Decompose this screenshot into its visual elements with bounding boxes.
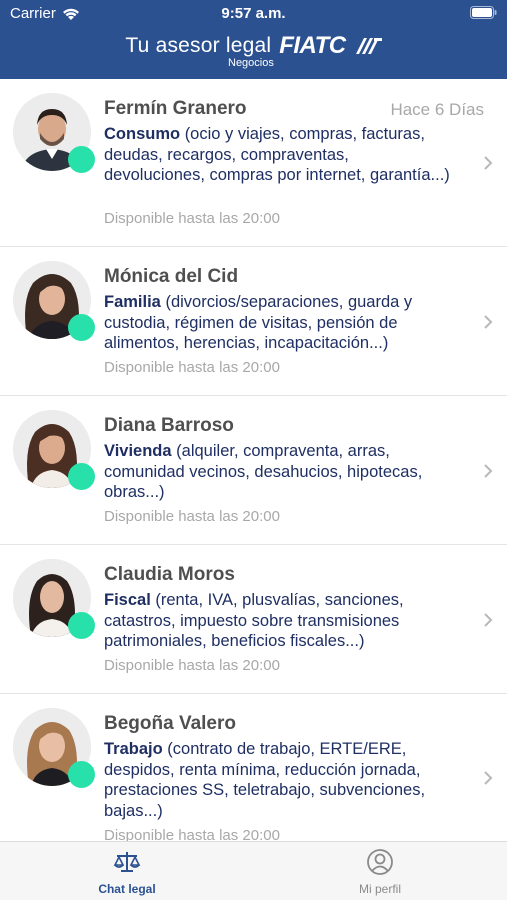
lawyer-name: Claudia Moros <box>104 564 235 585</box>
avatar-container <box>13 261 95 341</box>
chevron-right-icon <box>484 156 493 170</box>
lawyer-name: Mónica del Cid <box>104 266 239 287</box>
lawyer-specialty: Vivienda (alquiler, compraventa, arras, … <box>104 441 454 503</box>
availability-text: Disponible hasta las 20:00 <box>104 359 280 376</box>
specialty-category: Vivienda <box>104 442 172 460</box>
app-header: Carrier 9:57 a.m. Tu asesor legal FIATC … <box>0 0 507 79</box>
chevron-right-icon <box>484 613 493 627</box>
lawyer-list: Fermín Granero Hace 6 Días Consumo (ocio… <box>0 79 507 841</box>
app-subtitle: Negocios <box>228 57 274 69</box>
online-status-dot <box>68 761 95 788</box>
chevron-right-icon <box>484 315 493 329</box>
fiatc-logo-icon <box>355 38 382 54</box>
clock: 9:57 a.m. <box>221 5 286 22</box>
avatar-container <box>13 708 95 788</box>
lawyer-item-fermin-granero[interactable]: Fermín Granero Hace 6 Días Consumo (ocio… <box>0 79 507 247</box>
app-title: Tu asesor legal <box>125 34 272 57</box>
lawyer-item-diana-barroso[interactable]: Diana Barroso Vivienda (alquiler, compra… <box>0 396 507 545</box>
lawyer-specialty: Fiscal (renta, IVA, plusvalías, sancione… <box>104 590 454 652</box>
profile-icon <box>367 849 393 875</box>
specialty-category: Fiscal <box>104 591 151 609</box>
lawyer-specialty: Consumo (ocio y viajes, compras, factura… <box>104 124 454 186</box>
lawyer-item-begona-valero[interactable]: Begoña Valero Trabajo (contrato de traba… <box>0 694 507 841</box>
availability-text: Disponible hasta las 20:00 <box>104 827 280 841</box>
lawyer-name: Fermín Granero <box>104 98 247 119</box>
status-bar: Carrier 9:57 a.m. <box>0 0 507 28</box>
avatar-container <box>13 93 95 173</box>
online-status-dot <box>68 463 95 490</box>
app-title-bar: Tu asesor legal FIATC <box>0 32 507 60</box>
specialty-category: Consumo <box>104 125 181 143</box>
lawyer-name: Begoña Valero <box>104 713 236 734</box>
last-chat-date: Hace 6 Días <box>390 100 484 119</box>
specialty-category: Trabajo <box>104 740 163 758</box>
availability-text: Disponible hasta las 20:00 <box>104 210 280 227</box>
chevron-right-icon <box>484 771 493 785</box>
tab-label: Chat legal <box>98 882 156 896</box>
battery-icon <box>470 6 497 19</box>
availability-text: Disponible hasta las 20:00 <box>104 657 280 674</box>
lawyer-name: Diana Barroso <box>104 415 234 436</box>
brand-name: FIATC <box>279 32 346 59</box>
online-status-dot <box>68 146 95 173</box>
tab-label: Mi perfil <box>358 882 401 896</box>
lawyer-item-claudia-moros[interactable]: Claudia Moros Fiscal (renta, IVA, plusva… <box>0 545 507 694</box>
avatar-container <box>13 559 95 639</box>
chevron-right-icon <box>484 464 493 478</box>
online-status-dot <box>68 612 95 639</box>
scale-icon <box>113 852 141 872</box>
availability-text: Disponible hasta las 20:00 <box>104 508 280 525</box>
tab-mi-perfil[interactable]: Mi perfil <box>320 848 440 896</box>
lawyer-item-monica-del-cid[interactable]: Mónica del Cid Familia (divorcios/separa… <box>0 247 507 396</box>
avatar-container <box>13 410 95 490</box>
tab-chat-legal[interactable]: Chat legal <box>67 848 187 896</box>
specialty-category: Familia <box>104 293 161 311</box>
tab-bar: Chat legal Mi perfil <box>0 841 507 900</box>
lawyer-specialty: Trabajo (contrato de trabajo, ERTE/ERE, … <box>104 739 454 821</box>
online-status-dot <box>68 314 95 341</box>
lawyer-specialty: Familia (divorcios/separaciones, guarda … <box>104 292 454 354</box>
